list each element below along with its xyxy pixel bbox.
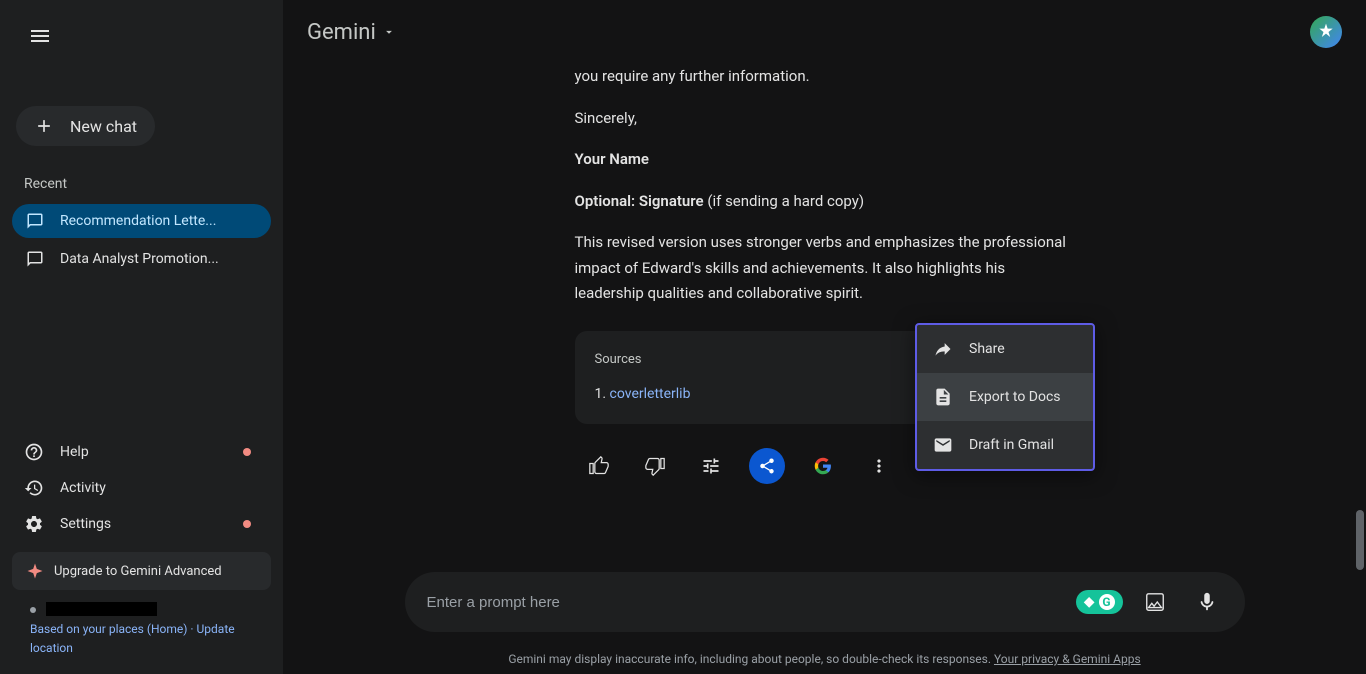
- chat-icon: [26, 212, 44, 230]
- share-arrow-icon: [933, 339, 953, 359]
- gmail-icon: [933, 435, 953, 455]
- notification-dot: [243, 448, 251, 456]
- chat-item-data-analyst[interactable]: Data Analyst Promotion...: [12, 242, 271, 276]
- google-search-button[interactable]: [805, 448, 841, 484]
- message-paragraph: Sincerely,: [575, 106, 1075, 132]
- chat-item-label: Data Analyst Promotion...: [60, 251, 219, 267]
- settings-label: Settings: [60, 516, 111, 532]
- user-avatar[interactable]: [1310, 16, 1342, 48]
- new-chat-label: New chat: [70, 117, 137, 136]
- plus-icon: [34, 116, 54, 136]
- more-button[interactable]: [861, 448, 897, 484]
- source-link[interactable]: coverletterlib: [610, 386, 691, 402]
- more-vert-icon: [869, 456, 889, 476]
- share-menu-label: Share: [969, 341, 1005, 357]
- notification-dot: [243, 520, 251, 528]
- share-menu-label: Export to Docs: [969, 389, 1061, 405]
- gear-icon: [24, 514, 44, 534]
- history-icon: [24, 478, 44, 498]
- sparkle-icon: [26, 562, 44, 580]
- location-info: blacked out text here Based on your plac…: [30, 600, 271, 658]
- grammarly-badge[interactable]: ◆G: [1076, 590, 1123, 614]
- app-title-dropdown[interactable]: Gemini: [307, 20, 396, 45]
- tune-icon: [701, 456, 721, 476]
- share-menu-share[interactable]: Share: [917, 325, 1093, 373]
- location-based-link[interactable]: Based on your places (Home): [30, 622, 187, 636]
- share-menu-draft-gmail[interactable]: Draft in Gmail: [917, 421, 1093, 469]
- share-menu-label: Draft in Gmail: [969, 437, 1054, 453]
- privacy-link[interactable]: Your privacy & Gemini Apps: [994, 652, 1141, 666]
- thumbs-down-button[interactable]: [637, 448, 673, 484]
- chat-item-recommendation[interactable]: Recommendation Lette...: [12, 204, 271, 238]
- message-paragraph: you require any further information.: [575, 64, 1075, 90]
- upgrade-button[interactable]: Upgrade to Gemini Advanced: [12, 552, 271, 590]
- activity-link[interactable]: Activity: [12, 470, 271, 506]
- message-paragraph: This revised version uses stronger verbs…: [575, 230, 1075, 307]
- mic-icon: [1196, 591, 1218, 613]
- upgrade-label: Upgrade to Gemini Advanced: [54, 564, 222, 579]
- share-button[interactable]: [749, 448, 785, 484]
- prompt-box: ◆G: [405, 572, 1245, 632]
- thumbs-down-icon: [645, 456, 665, 476]
- menu-button[interactable]: [20, 16, 60, 56]
- prompt-input[interactable]: [423, 584, 1064, 621]
- image-upload-button[interactable]: [1135, 582, 1175, 622]
- share-menu: Share Export to Docs Draft in Gmail: [915, 323, 1095, 471]
- chat-item-label: Recommendation Lette...: [60, 213, 216, 229]
- settings-link[interactable]: Settings: [12, 506, 271, 542]
- help-label: Help: [60, 444, 89, 460]
- help-link[interactable]: Help: [12, 434, 271, 470]
- docs-icon: [933, 387, 953, 407]
- new-chat-button[interactable]: New chat: [16, 106, 155, 146]
- google-icon: [814, 457, 832, 475]
- thumbs-up-icon: [589, 456, 609, 476]
- app-title-text: Gemini: [307, 20, 376, 45]
- dropdown-icon: [382, 25, 396, 39]
- message-paragraph: Optional: Signature (if sending a hard c…: [575, 189, 1075, 215]
- message-paragraph: Your Name: [575, 147, 1075, 173]
- chat-icon: [26, 250, 44, 268]
- mic-button[interactable]: [1187, 582, 1227, 622]
- thumbs-up-button[interactable]: [581, 448, 617, 484]
- share-icon: [758, 457, 776, 475]
- recent-label: Recent: [24, 176, 271, 192]
- activity-label: Activity: [60, 480, 106, 496]
- scrollbar[interactable]: [1356, 510, 1364, 570]
- help-icon: [24, 442, 44, 462]
- share-menu-export-docs[interactable]: Export to Docs: [917, 373, 1093, 421]
- disclaimer: Gemini may display inaccurate info, incl…: [283, 644, 1366, 674]
- tune-button[interactable]: [693, 448, 729, 484]
- image-icon: [1144, 591, 1166, 613]
